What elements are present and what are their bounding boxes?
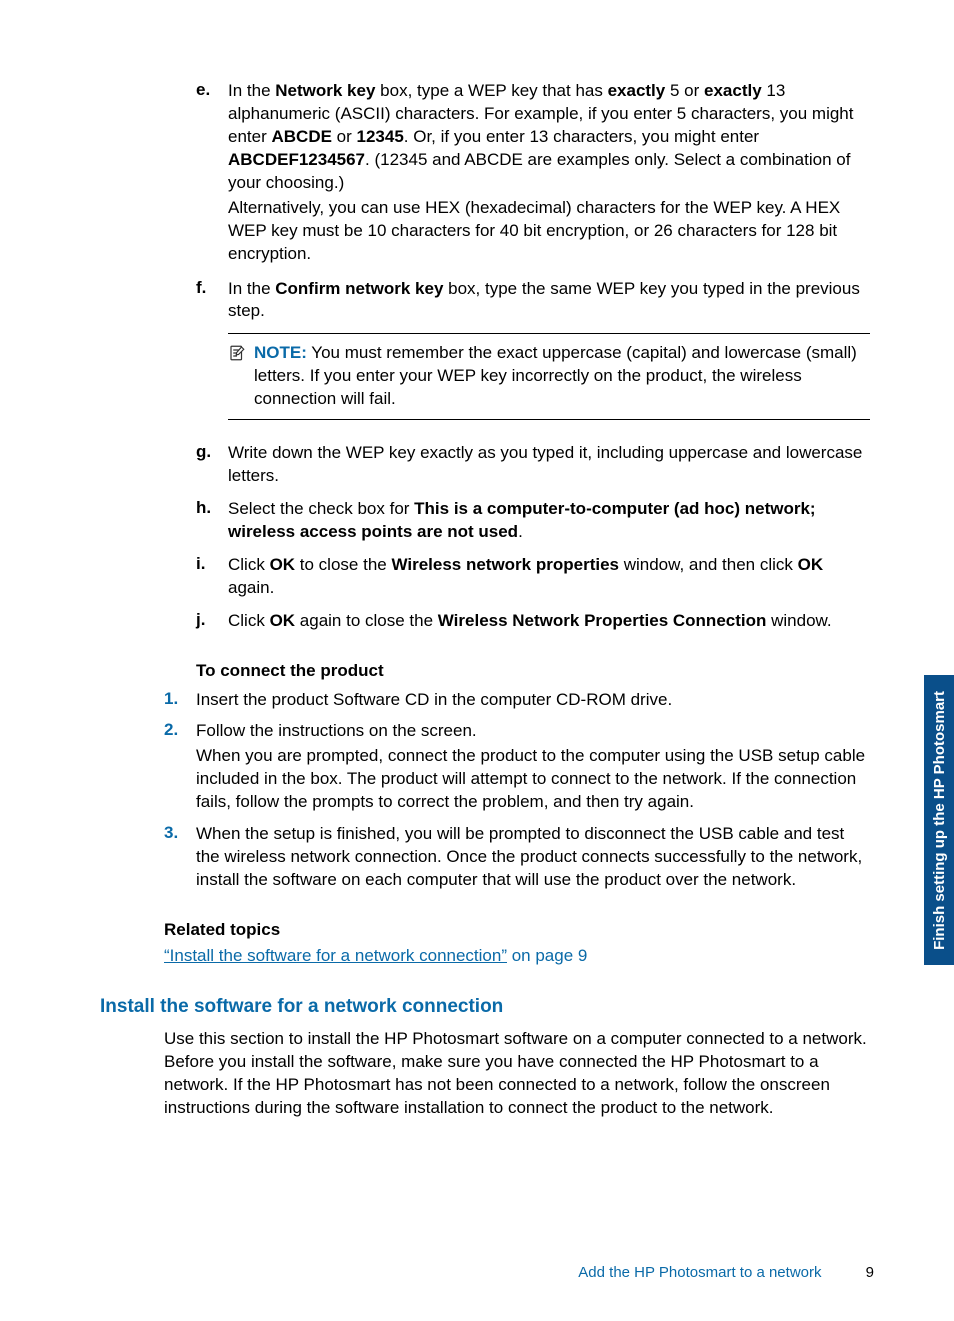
step-h: h. Select the check box for This is a co… <box>196 498 870 544</box>
step-body: Select the check box for This is a compu… <box>228 498 870 544</box>
step-f-p: In the Confirm network key box, type the… <box>228 278 870 324</box>
note-label: NOTE: <box>254 343 307 362</box>
section-h2: Install the software for a network conne… <box>100 996 870 1018</box>
footer-page-number: 9 <box>866 1264 874 1281</box>
alpha-list: e. In the Network key box, type a WEP ke… <box>196 80 870 633</box>
numbered-list: 1. Insert the product Software CD in the… <box>164 689 870 893</box>
footer: Add the HP Photosmart to a network 9 <box>578 1264 874 1281</box>
step-body: In the Confirm network key box, type the… <box>228 278 870 433</box>
note-text: NOTE: You must remember the exact upperc… <box>254 342 870 411</box>
footer-text: Add the HP Photosmart to a network <box>578 1264 821 1281</box>
step-body: Click OK again to close the Wireless Net… <box>228 610 870 633</box>
step-body: Click OK to close the Wireless network p… <box>228 554 870 600</box>
step-e: e. In the Network key box, type a WEP ke… <box>196 80 870 268</box>
content-area: e. In the Network key box, type a WEP ke… <box>100 80 870 1120</box>
step-marker: g. <box>196 442 228 488</box>
step-marker: j. <box>196 610 228 633</box>
step-marker: 3. <box>164 823 196 892</box>
step-marker: e. <box>196 80 228 268</box>
step-body: When the setup is finished, you will be … <box>196 823 870 892</box>
related-topics-heading: Related topics <box>164 920 870 940</box>
step-i: i. Click OK to close the Wireless networ… <box>196 554 870 600</box>
step-body: Write down the WEP key exactly as you ty… <box>228 442 870 488</box>
step-j: j. Click OK again to close the Wireless … <box>196 610 870 633</box>
step-g: g. Write down the WEP key exactly as you… <box>196 442 870 488</box>
step-e-p2: Alternatively, you can use HEX (hexadeci… <box>228 197 870 266</box>
note-icon-wrap <box>228 342 254 411</box>
related-link-row: “Install the software for a network conn… <box>164 946 870 966</box>
page: e. In the Network key box, type a WEP ke… <box>0 0 954 1321</box>
step-e-p1: In the Network key box, type a WEP key t… <box>228 80 870 195</box>
step-marker: 2. <box>164 720 196 816</box>
side-tab-label: Finish setting up the HP Photosmart <box>931 691 948 950</box>
step-body: In the Network key box, type a WEP key t… <box>228 80 870 268</box>
step-marker: 1. <box>164 689 196 712</box>
num-step-3: 3. When the setup is finished, you will … <box>164 823 870 892</box>
section-h2-para: Use this section to install the HP Photo… <box>164 1028 870 1120</box>
note-box: NOTE: You must remember the exact upperc… <box>228 333 870 420</box>
step-marker: f. <box>196 278 228 433</box>
side-tab: Finish setting up the HP Photosmart <box>924 675 954 965</box>
alpha-list-wrap: e. In the Network key box, type a WEP ke… <box>196 80 870 633</box>
num-step-1: 1. Insert the product Software CD in the… <box>164 689 870 712</box>
step-marker: i. <box>196 554 228 600</box>
related-link-suffix: on page 9 <box>507 946 587 965</box>
step-body: Insert the product Software CD in the co… <box>196 689 870 712</box>
num-step-2: 2. Follow the instructions on the screen… <box>164 720 870 816</box>
related-link[interactable]: “Install the software for a network conn… <box>164 946 507 965</box>
step-f: f. In the Confirm network key box, type … <box>196 278 870 433</box>
step-body: Follow the instructions on the screen. W… <box>196 720 870 816</box>
step-marker: h. <box>196 498 228 544</box>
connect-heading: To connect the product <box>196 661 870 681</box>
note-icon <box>228 344 246 362</box>
